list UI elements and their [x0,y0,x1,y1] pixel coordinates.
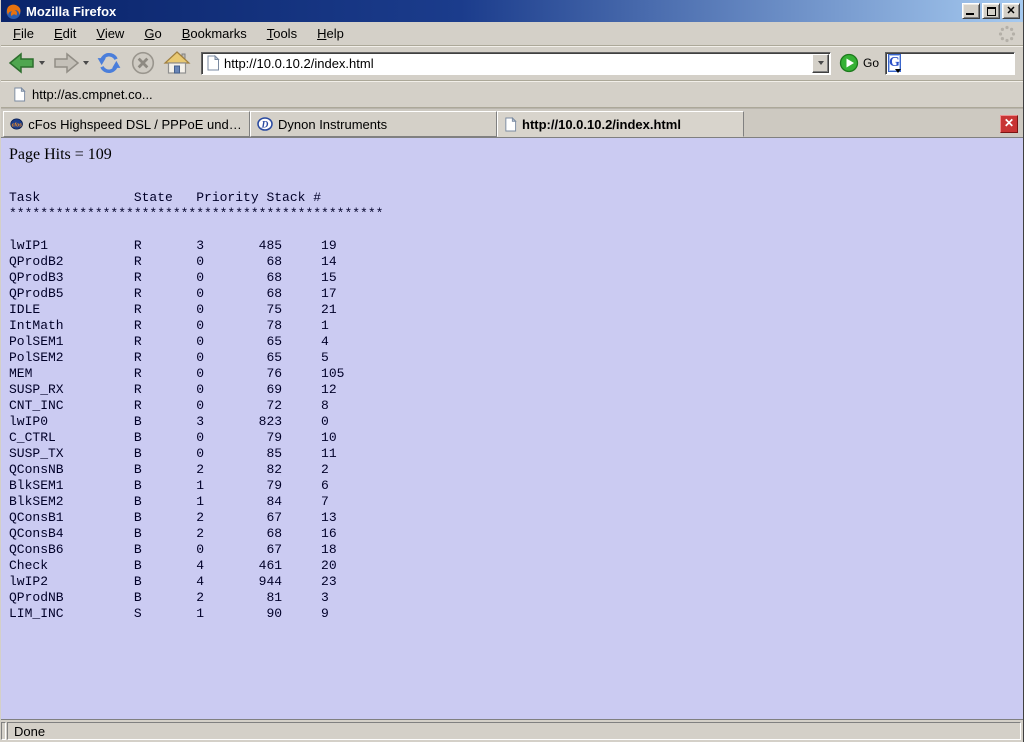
tab-index-html[interactable]: http://10.0.10.2/index.html [497,111,744,137]
browser-window: Mozilla Firefox ✕ File Edit View Go Book… [0,0,1024,742]
home-icon [163,50,191,76]
page-content: Page Hits = 109 Task State Priority Stac… [1,138,1023,719]
back-button[interactable] [5,48,47,78]
tab-label: cFos Highspeed DSL / PPPoE und ISDN CAP.… [28,117,243,132]
search-input[interactable] [901,56,1024,70]
menu-edit[interactable]: Edit [44,23,86,44]
navigation-toolbar: Go G [1,46,1023,81]
reload-button[interactable] [93,48,125,78]
status-text: Done [14,724,45,739]
home-button[interactable] [161,48,193,78]
back-dropdown-icon [39,61,45,65]
menu-bar: File Edit View Go Bookmarks Tools Help [1,22,1023,46]
menu-tools[interactable]: Tools [257,23,307,44]
svg-text:D: D [261,121,269,131]
forward-button[interactable] [49,48,91,78]
forward-arrow-icon [51,50,81,76]
google-search-engine-icon[interactable]: G [888,54,901,72]
status-bar: Done [1,719,1023,742]
reload-icon [95,50,123,76]
status-text-panel: Done [7,722,1021,740]
bookmark-label: http://as.cmpnet.co... [32,87,153,102]
menu-bookmarks[interactable]: Bookmarks [172,23,257,44]
svg-text:cfos: cfos [12,122,23,128]
page-icon [206,55,220,71]
url-input[interactable] [220,54,811,73]
task-table: Task State Priority Stack # ************… [9,190,1015,622]
close-button[interactable]: ✕ [1002,3,1020,19]
search-bar: G [885,52,1015,75]
menu-help[interactable]: Help [307,23,354,44]
restore-button[interactable] [982,3,1000,19]
bookmark-page-icon [13,87,26,102]
minimize-button[interactable] [962,3,980,19]
bookmark-item[interactable]: http://as.cmpnet.co... [9,85,157,104]
tab-dynon[interactable]: D Dynon Instruments [250,111,497,137]
tab-label: Dynon Instruments [278,117,387,132]
firefox-logo-icon [5,3,22,20]
page-hits-text: Page Hits = 109 [9,146,1015,164]
stop-button[interactable] [127,48,159,78]
status-grip [1,722,6,740]
window-title: Mozilla Firefox [26,4,962,19]
tab-cfos[interactable]: cfos cFos Highspeed DSL / PPPoE und ISDN… [3,111,250,137]
menu-go[interactable]: Go [134,23,171,44]
cfos-favicon: cfos [10,116,23,132]
tab-page-icon [504,117,517,132]
throbber-icon [997,24,1017,44]
close-tab-button[interactable]: ✕ [1000,115,1018,133]
url-dropdown-button[interactable] [812,54,829,73]
go-icon [839,53,859,73]
tab-bar: cfos cFos Highspeed DSL / PPPoE und ISDN… [1,108,1023,138]
tab-label: http://10.0.10.2/index.html [522,117,681,132]
go-label: Go [863,56,879,70]
back-arrow-icon [7,50,37,76]
forward-dropdown-icon [83,61,89,65]
dynon-favicon: D [257,116,273,132]
stop-icon [129,50,157,76]
url-bar [201,52,831,75]
menu-view[interactable]: View [86,23,134,44]
title-bar: Mozilla Firefox ✕ [1,0,1023,22]
bookmarks-toolbar: http://as.cmpnet.co... [1,81,1023,108]
menu-file[interactable]: File [3,23,44,44]
go-button[interactable]: Go [837,53,885,73]
